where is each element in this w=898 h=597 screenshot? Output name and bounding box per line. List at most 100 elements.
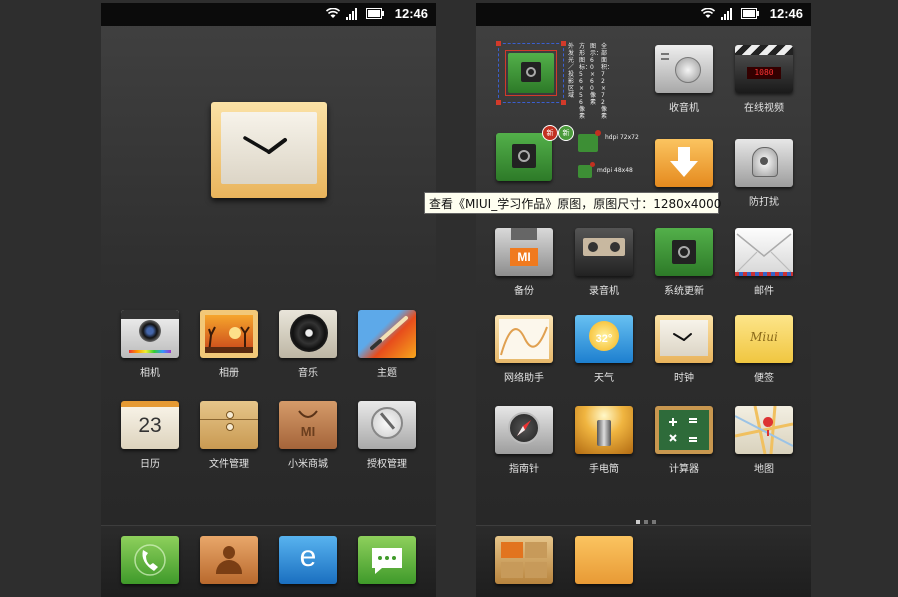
icon-spec-diagram: [496, 41, 566, 105]
app-camera[interactable]: 相机: [107, 310, 193, 379]
badge-dot: [590, 162, 595, 167]
video-display: 1080: [747, 67, 781, 79]
app-theme[interactable]: 主题: [344, 310, 430, 379]
app-mail[interactable]: 邮件: [721, 228, 807, 297]
app-label: 指南针: [509, 464, 539, 475]
app-label: 在线视频: [744, 103, 784, 114]
signal-icon: [346, 8, 357, 20]
app-label: 防打扰: [749, 197, 779, 208]
weather-icon: 32°: [575, 315, 633, 363]
app-label: 收音机: [669, 103, 699, 114]
app-network[interactable]: 网络助手: [481, 315, 567, 384]
backup-icon: MI: [495, 228, 553, 276]
calendar-day: 23: [138, 414, 162, 437]
app-system-update[interactable]: 系统更新: [641, 228, 727, 297]
app-label: 计算器: [669, 464, 699, 475]
annotation-square-size: 方形图标：56×56像素: [579, 43, 592, 120]
app-notes[interactable]: Miui 便签: [721, 315, 807, 384]
new-badge: 新: [542, 125, 558, 141]
app-label: 文件管理: [209, 459, 249, 470]
annotation-glow-area: 外发光／投影区域: [568, 43, 575, 99]
status-time: 12:46: [769, 6, 803, 21]
permission-icon: [358, 401, 416, 449]
clock-widget[interactable]: [211, 102, 327, 198]
hdpi-label: hdpi 72x72: [605, 134, 639, 141]
wifi-icon: [326, 8, 340, 18]
annotation-graphic-size: 图示：60×60像素: [590, 43, 603, 106]
app-gallery[interactable]: 相册: [186, 310, 272, 379]
calendar-icon: 23: [121, 401, 179, 449]
chip-icon-mdpi: [578, 165, 592, 178]
wifi-icon: [701, 8, 715, 18]
calculator-icon: [655, 406, 713, 454]
system-update-icon: [655, 228, 713, 276]
clock-face: [221, 112, 317, 184]
phone-icon[interactable]: [121, 536, 179, 584]
notes-icon: Miui: [735, 315, 793, 363]
app-label: 录音机: [589, 286, 619, 297]
app-label: 音乐: [298, 368, 318, 379]
status-time: 12:46: [394, 6, 428, 21]
map-icon: [735, 406, 793, 454]
browser-logo: e: [299, 540, 317, 573]
app-file-manager[interactable]: 文件管理: [186, 401, 272, 470]
contacts-icon[interactable]: [200, 536, 258, 584]
app-label: 邮件: [754, 286, 774, 297]
chip-icon-hdpi: [578, 134, 598, 152]
app-backup[interactable]: MI 备份: [481, 228, 567, 297]
signal-icon: [721, 8, 732, 20]
app-calendar[interactable]: 23 日历: [107, 401, 193, 470]
clock-icon: [655, 315, 713, 363]
app-label: 备份: [514, 286, 534, 297]
app-label: 小米商城: [288, 459, 328, 470]
status-bar: 12:46: [476, 3, 811, 26]
dock: e: [101, 525, 436, 597]
mail-icon: [735, 228, 793, 276]
chip-icon: [508, 53, 554, 93]
mi-store-logo: MI: [300, 424, 316, 439]
gallery-folder-icon[interactable]: [495, 536, 553, 584]
mdpi-label: mdpi 48x48: [597, 167, 633, 174]
image-tooltip: 查看《MIUI_学习作品》原图，原图尺寸：1280x4000: [424, 192, 721, 214]
app-label: 地图: [754, 464, 774, 475]
app-map[interactable]: 地图: [721, 406, 807, 475]
download-icon: [655, 139, 713, 187]
annotation-total-size: 全部面积：72×72像素: [601, 43, 614, 120]
app-label: 时钟: [674, 373, 694, 384]
messages-icon[interactable]: [358, 536, 416, 584]
right-phone-screen: 12:46 外发光／投影区域 方形图标：56×56像素 图示：60×60像素 全…: [476, 3, 811, 597]
app-label: 授权管理: [367, 459, 407, 470]
clock-hands-icon: [243, 136, 287, 154]
app-do-not-disturb[interactable]: 防打扰: [721, 139, 807, 208]
mi-store-icon: MI: [279, 401, 337, 449]
status-bar: 12:46: [101, 3, 436, 26]
new-badge: 新: [558, 125, 574, 141]
app-music[interactable]: 音乐: [265, 310, 351, 379]
app-clock[interactable]: 时钟: [641, 315, 727, 384]
app-calculator[interactable]: 计算器: [641, 406, 727, 475]
app-video[interactable]: 1080 在线视频: [721, 45, 807, 114]
app-compass[interactable]: 指南针: [481, 406, 567, 475]
file-manager-icon: [200, 401, 258, 449]
app-weather[interactable]: 32° 天气: [561, 315, 647, 384]
app-radio[interactable]: 收音机: [641, 45, 727, 114]
notes-logo: Miui: [750, 330, 778, 344]
app-label: 相机: [140, 368, 160, 379]
camera-icon: [121, 310, 179, 358]
theme-icon: [358, 310, 416, 358]
compass-icon: [495, 406, 553, 454]
app-permission[interactable]: 授权管理: [344, 401, 430, 470]
badge-dot: [595, 130, 601, 136]
app-flashlight[interactable]: 手电筒: [561, 406, 647, 475]
battery-icon: [366, 8, 384, 19]
app-recorder[interactable]: 录音机: [561, 228, 647, 297]
app-download[interactable]: [641, 139, 727, 193]
app-label: 相册: [219, 368, 239, 379]
app-label: 系统更新: [664, 286, 704, 297]
browser-icon[interactable]: e: [279, 536, 337, 584]
folder-icon[interactable]: [575, 536, 633, 584]
app-mi-store[interactable]: MI 小米商城: [265, 401, 351, 470]
network-icon: [495, 315, 553, 363]
video-icon: 1080: [735, 45, 793, 93]
app-label: 天气: [594, 373, 614, 384]
